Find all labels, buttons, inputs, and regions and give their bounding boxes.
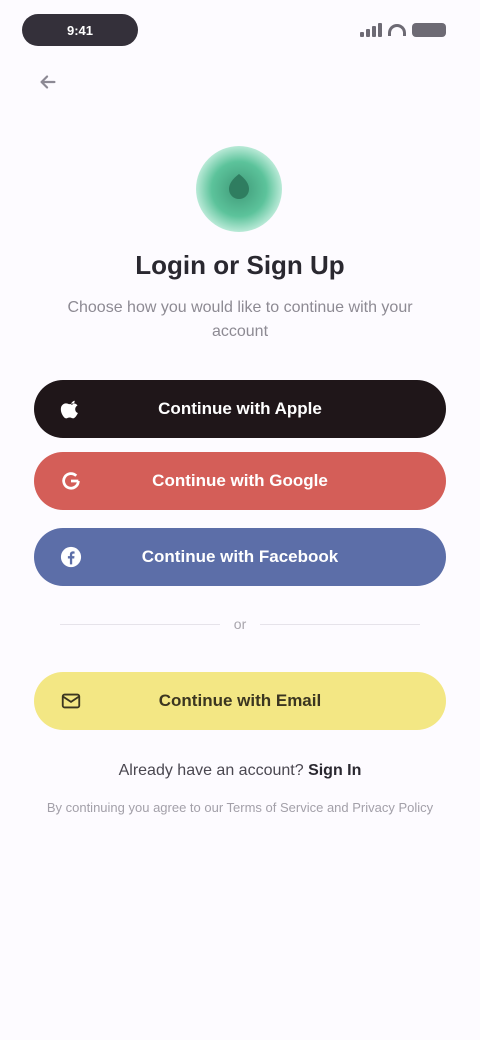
page-subtitle: Choose how you would like to continue wi…: [67, 299, 413, 340]
or-divider: or: [60, 616, 421, 632]
page-title: Login or Sign Up: [135, 250, 345, 280]
facebook-button-label: Continue with Facebook: [141, 547, 339, 566]
back-button[interactable]: [30, 66, 66, 98]
facebook-icon: [58, 544, 84, 570]
google-button-label: Continue with Google: [152, 471, 328, 490]
google-icon: [58, 468, 84, 494]
wifi-icon: [388, 24, 406, 36]
signin-prompt: Already have an account? Sign In: [40, 762, 440, 780]
status-bar: 9:41: [0, 0, 480, 62]
continue-with-facebook-button[interactable]: Continue with Facebook: [34, 528, 446, 586]
continue-with-email-button[interactable]: Continue with Email: [34, 672, 446, 730]
arrow-left-icon: [40, 75, 56, 89]
mail-icon: [58, 688, 84, 714]
continue-with-google-button[interactable]: Continue with Google: [34, 452, 446, 510]
signin-prompt-text: Already have an account?: [118, 762, 304, 779]
battery-icon: [412, 23, 446, 37]
signin-link[interactable]: Sign In: [308, 762, 361, 779]
divider-line-right: [260, 623, 421, 625]
signal-icon: [360, 23, 382, 37]
apple-button-label: Continue with Apple: [158, 399, 322, 418]
email-button-label: Continue with Email: [158, 691, 322, 710]
app-logo: [196, 146, 282, 232]
continue-with-apple-button[interactable]: Continue with Apple: [34, 380, 446, 438]
divider-label: or: [233, 616, 247, 632]
status-time: 9:41: [22, 14, 138, 46]
leaf-icon: [229, 174, 249, 199]
terms-text[interactable]: By continuing you agree to our Terms of …: [34, 798, 446, 818]
status-icons: [360, 20, 446, 40]
divider-line-left: [60, 623, 220, 625]
apple-icon: [58, 396, 84, 422]
login-screen: 9:41 Login or Sign Up Choose how you wou…: [0, 0, 480, 1040]
